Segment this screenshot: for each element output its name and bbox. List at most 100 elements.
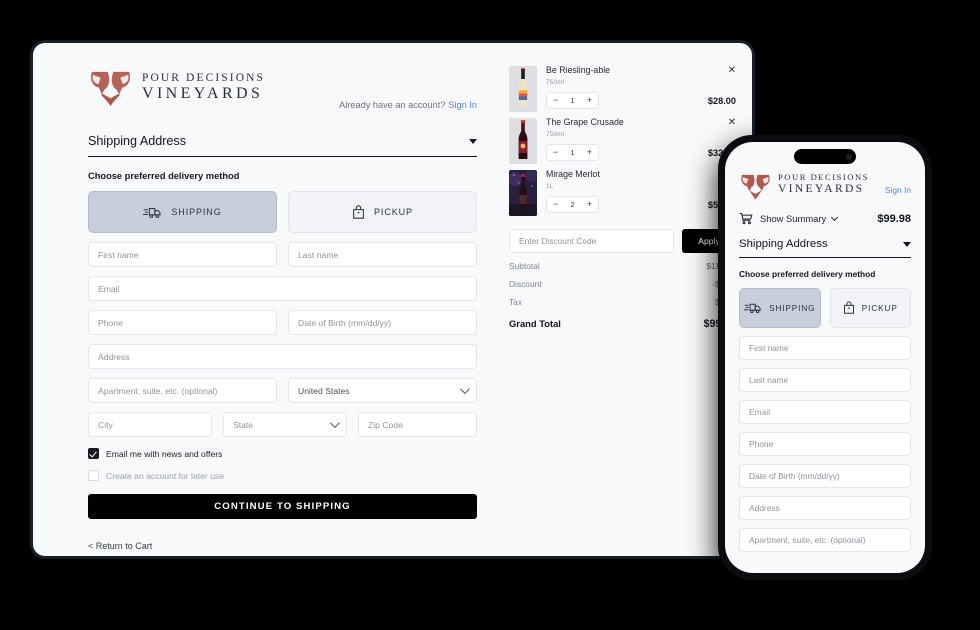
discount-label: Discount bbox=[509, 279, 542, 289]
date-of-birth-input[interactable]: Date of Birth (mm/dd/yy) bbox=[288, 310, 477, 335]
apartment-placeholder: Apartment, suite, etc. (optional) bbox=[98, 385, 218, 396]
mobile-sign-in-link[interactable]: Sign In bbox=[885, 185, 911, 195]
phone-input[interactable]: Phone bbox=[88, 310, 277, 335]
city-input[interactable]: City bbox=[88, 412, 212, 437]
address-placeholder: Address bbox=[98, 351, 130, 362]
mobile-shipping-address-header[interactable]: Shipping Address bbox=[739, 238, 911, 258]
merlot-bottle-cosmic-thumbnail[interactable] bbox=[509, 170, 537, 216]
cart-item-price: $28.00 bbox=[707, 95, 736, 106]
decrease-quantity-button[interactable]: − bbox=[547, 197, 564, 212]
tax-row: Tax $7.53 bbox=[509, 297, 736, 307]
quantity-stepper[interactable]: − 1 + bbox=[546, 92, 599, 109]
caret-down-icon[interactable] bbox=[469, 138, 477, 144]
address-row: Address bbox=[88, 344, 477, 369]
mobile-first-name-input[interactable]: First name bbox=[739, 336, 911, 360]
email-placeholder: Email bbox=[98, 283, 120, 294]
apartment-country-row: Apartment, suite, etc. (optional) United… bbox=[88, 378, 477, 403]
checkout-form-panel: POUR DECISIONS VINEYARDS Already have an… bbox=[33, 43, 499, 556]
two-wine-glasses-heart-logo-icon bbox=[739, 172, 772, 201]
mobile-checkout-device: POUR DECISIONS VINEYARDS Sign In Show Su… bbox=[718, 135, 932, 580]
create-account-checkbox-row[interactable]: Create an account for later use bbox=[88, 470, 477, 481]
quantity-stepper[interactable]: − 1 + bbox=[546, 144, 599, 161]
grand-total-label: Grand Total bbox=[509, 318, 561, 329]
brand-line2: VINEYARDS bbox=[142, 85, 264, 102]
close-icon[interactable]: ✕ bbox=[722, 118, 736, 128]
mobile-last-name-input[interactable]: Last name bbox=[739, 368, 911, 392]
mobile-delivery-option-shipping[interactable]: SHIPPING bbox=[739, 288, 821, 328]
subtotal-row: Subtotal $112.50 bbox=[509, 261, 736, 271]
mobile-phone-placeholder: Phone bbox=[749, 439, 774, 449]
increase-quantity-button[interactable]: + bbox=[581, 197, 598, 212]
white-wine-bottle-thumbnail[interactable] bbox=[509, 66, 537, 112]
mobile-dob-placeholder: Date of Birth (mm/dd/yy) bbox=[749, 471, 840, 481]
mobile-date-of-birth-input[interactable]: Date of Birth (mm/dd/yy) bbox=[739, 464, 911, 488]
mobile-apartment-input[interactable]: Apartment, suite, etc. (optional) bbox=[739, 528, 911, 552]
discount-code-row: Enter Discount Code Apply bbox=[509, 229, 736, 253]
first-name-input[interactable]: First name bbox=[88, 242, 277, 267]
return-to-cart-link[interactable]: < Return to Cart bbox=[88, 541, 477, 551]
shipping-address-section-header[interactable]: Shipping Address bbox=[88, 134, 477, 157]
zip-code-input[interactable]: Zip Code bbox=[358, 412, 477, 437]
mobile-address-input[interactable]: Address bbox=[739, 496, 911, 520]
last-name-input[interactable]: Last name bbox=[288, 242, 477, 267]
mobile-delivery-option-pickup-label: PICKUP bbox=[861, 303, 898, 313]
delivery-option-pickup[interactable]: PICKUP bbox=[288, 191, 477, 233]
cart-item-name: Be Riesling-able bbox=[546, 65, 611, 75]
increase-quantity-button[interactable]: + bbox=[581, 93, 598, 108]
email-input[interactable]: Email bbox=[88, 276, 477, 301]
country-select[interactable]: United States bbox=[288, 378, 477, 403]
delivery-truck-icon bbox=[143, 206, 162, 219]
mobile-brand-line2: VINEYARDS bbox=[778, 182, 865, 195]
delivery-truck-icon bbox=[744, 302, 762, 314]
cart-item: Be Riesling-able ✕ 750ml − 1 + $28.00 bbox=[509, 65, 736, 118]
discount-code-placeholder: Enter Discount Code bbox=[519, 236, 597, 246]
mobile-delivery-option-pickup[interactable]: PICKUP bbox=[829, 288, 911, 328]
state-value: State bbox=[233, 419, 254, 430]
quantity-value: 1 bbox=[570, 96, 575, 105]
delivery-option-shipping[interactable]: SHIPPING bbox=[88, 191, 277, 233]
cart-item-name: Mirage Merlot bbox=[546, 169, 600, 179]
tax-label: Tax bbox=[509, 297, 523, 307]
mobile-email-placeholder: Email bbox=[749, 407, 770, 417]
caret-down-icon[interactable] bbox=[903, 241, 911, 247]
continue-to-shipping-label: CONTINUE TO SHIPPING bbox=[214, 501, 351, 512]
country-value: United States bbox=[298, 385, 350, 396]
delivery-method-group: SHIPPING PICKUP bbox=[88, 191, 477, 233]
red-wine-bottle-thumbnail[interactable] bbox=[509, 118, 537, 164]
delivery-option-shipping-label: SHIPPING bbox=[171, 207, 222, 217]
decrease-quantity-button[interactable]: − bbox=[547, 93, 564, 108]
decrease-quantity-button[interactable]: − bbox=[547, 145, 564, 160]
first-name-placeholder: First name bbox=[98, 249, 139, 260]
two-wine-glasses-heart-logo-icon bbox=[88, 68, 133, 108]
discount-code-input[interactable]: Enter Discount Code bbox=[509, 229, 674, 253]
newsletter-checkbox[interactable] bbox=[88, 448, 99, 459]
cart-item-size: 750ml bbox=[546, 131, 565, 138]
shopping-bag-icon bbox=[843, 301, 855, 315]
increase-quantity-button[interactable]: + bbox=[581, 145, 598, 160]
order-summary-panel: Be Riesling-able ✕ 750ml − 1 + $28.00 Th… bbox=[499, 43, 752, 556]
continue-to-shipping-button[interactable]: CONTINUE TO SHIPPING bbox=[88, 494, 477, 519]
discount-row: Discount -$4.99 bbox=[509, 279, 736, 289]
create-account-checkbox[interactable] bbox=[88, 470, 99, 481]
mobile-summary-amount: $99.98 bbox=[877, 212, 911, 225]
delivery-method-heading: Choose preferred delivery method bbox=[88, 171, 240, 181]
quantity-stepper[interactable]: − 2 + bbox=[546, 196, 599, 213]
mobile-brand-line1: POUR DECISIONS bbox=[778, 172, 869, 182]
cart-item-name: The Grape Crusade bbox=[546, 117, 624, 127]
mobile-show-summary-row[interactable]: Show Summary $99.98 bbox=[739, 212, 911, 225]
newsletter-checkbox-row[interactable]: Email me with news and offers bbox=[88, 448, 477, 459]
close-icon[interactable]: ✕ bbox=[722, 66, 736, 76]
state-select[interactable]: State bbox=[223, 412, 347, 437]
mobile-delivery-method-heading: Choose preferred delivery method bbox=[739, 269, 876, 279]
apartment-input[interactable]: Apartment, suite, etc. (optional) bbox=[88, 378, 277, 403]
cart-item-size: 1L bbox=[546, 183, 554, 190]
cart-item: The Grape Crusade ✕ 750ml − 1 + $32.50 bbox=[509, 117, 736, 170]
dynamic-island bbox=[794, 149, 856, 164]
chevron-down-icon bbox=[329, 417, 340, 428]
mobile-phone-input[interactable]: Phone bbox=[739, 432, 911, 456]
mobile-email-input[interactable]: Email bbox=[739, 400, 911, 424]
dob-placeholder: Date of Birth (mm/dd/yy) bbox=[298, 317, 392, 328]
address-input[interactable]: Address bbox=[88, 344, 477, 369]
sign-in-link[interactable]: Sign In bbox=[448, 100, 477, 110]
phone-dob-row: Phone Date of Birth (mm/dd/yy) bbox=[88, 310, 477, 335]
